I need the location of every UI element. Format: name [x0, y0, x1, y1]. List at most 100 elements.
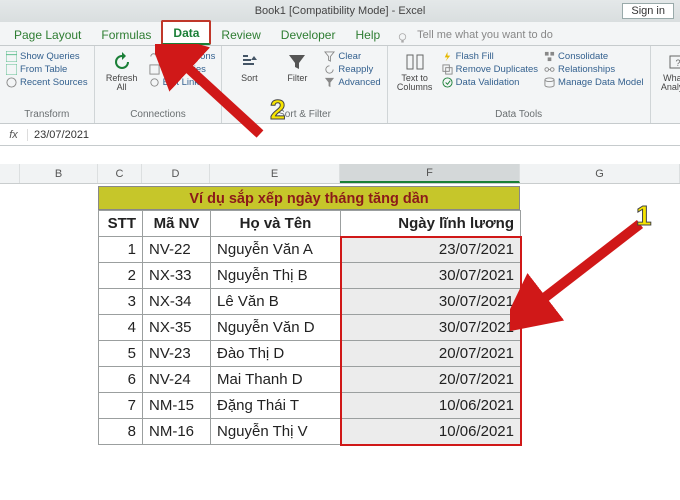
col-header-blank[interactable]: [0, 164, 20, 183]
cell[interactable]: 6: [99, 367, 143, 393]
group-label-transform: Transform: [6, 109, 88, 123]
properties[interactable]: Properties: [149, 63, 216, 76]
connections[interactable]: Connections: [149, 50, 216, 63]
from-table[interactable]: From Table: [6, 63, 88, 76]
refresh-all-button[interactable]: Refresh All: [101, 48, 143, 92]
recent-sources[interactable]: Recent Sources: [6, 76, 88, 89]
cell[interactable]: 30/07/2021: [341, 289, 521, 315]
cell[interactable]: NV-22: [143, 237, 211, 263]
tab-data[interactable]: Data: [161, 20, 211, 45]
cell[interactable]: NX-33: [143, 263, 211, 289]
show-queries[interactable]: Show Queries: [6, 50, 88, 63]
cell[interactable]: NX-34: [143, 289, 211, 315]
tab-page-layout[interactable]: Page Layout: [4, 24, 91, 45]
edit-links[interactable]: Edit Links: [149, 76, 216, 89]
ribbon: Show Queries From Table Recent Sources T…: [0, 46, 680, 124]
cell[interactable]: 30/07/2021: [341, 315, 521, 341]
flash-icon: [442, 51, 453, 62]
cell[interactable]: NM-16: [143, 419, 211, 445]
tab-help[interactable]: Help: [345, 24, 390, 45]
manage-data-model[interactable]: Manage Data Model: [544, 76, 644, 89]
annotation-1: 1: [636, 202, 652, 230]
cell[interactable]: NM-15: [143, 393, 211, 419]
columns-icon: [405, 52, 425, 72]
menu-tabs: Page Layout Formulas Data Review Develop…: [0, 22, 680, 46]
cell[interactable]: Nguyễn Thị V: [211, 419, 341, 445]
cell[interactable]: 3: [99, 289, 143, 315]
col-header-f[interactable]: F: [340, 164, 520, 183]
lightbulb-icon: [396, 32, 409, 45]
group-label-data-tools: Data Tools: [394, 109, 644, 123]
formula-bar[interactable]: fx 23/07/2021: [0, 124, 680, 146]
cell[interactable]: Nguyễn Văn A: [211, 237, 341, 263]
advanced-icon: [324, 77, 335, 88]
cell[interactable]: NV-24: [143, 367, 211, 393]
consolidate[interactable]: Consolidate: [544, 50, 644, 63]
properties-icon: [149, 64, 160, 75]
flash-fill[interactable]: Flash Fill: [442, 50, 538, 63]
column-headers: B C D E F G: [0, 164, 680, 184]
filter-button[interactable]: Filter: [276, 48, 318, 83]
col-header-c[interactable]: C: [98, 164, 142, 183]
reapply-icon: [324, 64, 335, 75]
cell[interactable]: Đặng Thái T: [211, 393, 341, 419]
tab-review[interactable]: Review: [211, 24, 270, 45]
whatif-icon: ?: [668, 52, 680, 72]
cell[interactable]: Lê Văn B: [211, 289, 341, 315]
cell[interactable]: 8: [99, 419, 143, 445]
cell[interactable]: 2: [99, 263, 143, 289]
cell[interactable]: Nguyễn Thị B: [211, 263, 341, 289]
svg-text:?: ?: [675, 58, 680, 68]
cell[interactable]: 7: [99, 393, 143, 419]
sign-in-button[interactable]: Sign in: [622, 3, 674, 19]
tab-formulas[interactable]: Formulas: [91, 24, 161, 45]
what-if-button[interactable]: ?What-If Analysis: [657, 48, 680, 92]
clear-filter[interactable]: Clear: [324, 50, 380, 63]
data-validation[interactable]: Data Validation: [442, 76, 538, 89]
cell[interactable]: 23/07/2021: [341, 237, 521, 263]
table-title[interactable]: Ví dụ sắp xếp ngày tháng tăng dần: [98, 186, 520, 210]
table-header-row: STT Mã NV Họ và Tên Ngày lĩnh lương: [99, 211, 521, 237]
table-row: 5NV-23Đào Thị D20/07/2021: [99, 341, 521, 367]
group-label-forecast: Forecast: [657, 109, 680, 123]
consolidate-icon: [544, 51, 555, 62]
advanced-filter[interactable]: Advanced: [324, 76, 380, 89]
cell[interactable]: 10/06/2021: [341, 393, 521, 419]
text-to-columns-button[interactable]: Text to Columns: [394, 48, 436, 92]
remove-duplicates[interactable]: Remove Duplicates: [442, 63, 538, 76]
cell[interactable]: Nguyễn Văn D: [211, 315, 341, 341]
relationships-icon: [544, 64, 555, 75]
tell-me[interactable]: Tell me what you want to do: [411, 25, 559, 45]
cell[interactable]: 1: [99, 237, 143, 263]
cell[interactable]: 20/07/2021: [341, 367, 521, 393]
group-label-connections: Connections: [101, 109, 216, 123]
col-ten[interactable]: Họ và Tên: [211, 211, 341, 237]
col-header-d[interactable]: D: [142, 164, 210, 183]
col-ngay[interactable]: Ngày lĩnh lương: [341, 211, 521, 237]
fx-button[interactable]: fx: [0, 129, 28, 141]
annotation-2: 2: [270, 96, 286, 124]
link-icon: [149, 51, 160, 62]
cell[interactable]: NV-23: [143, 341, 211, 367]
table-row: 4NX-35Nguyễn Văn D30/07/2021: [99, 315, 521, 341]
table-row: 7NM-15Đặng Thái T10/06/2021: [99, 393, 521, 419]
col-stt[interactable]: STT: [99, 211, 143, 237]
cell[interactable]: 30/07/2021: [341, 263, 521, 289]
cell[interactable]: 10/06/2021: [341, 419, 521, 445]
formula-value: 23/07/2021: [34, 129, 89, 141]
reapply[interactable]: Reapply: [324, 63, 380, 76]
col-header-g[interactable]: G: [520, 164, 680, 183]
cell[interactable]: 4: [99, 315, 143, 341]
tab-developer[interactable]: Developer: [271, 24, 346, 45]
cell[interactable]: Đào Thị D: [211, 341, 341, 367]
relationships[interactable]: Relationships: [544, 63, 644, 76]
cell[interactable]: NX-35: [143, 315, 211, 341]
sort-button[interactable]: Sort: [228, 48, 270, 83]
duplicates-icon: [442, 64, 453, 75]
col-ma[interactable]: Mã NV: [143, 211, 211, 237]
col-header-e[interactable]: E: [210, 164, 340, 183]
cell[interactable]: Mai Thanh D: [211, 367, 341, 393]
cell[interactable]: 20/07/2021: [341, 341, 521, 367]
col-header-b[interactable]: B: [20, 164, 98, 183]
cell[interactable]: 5: [99, 341, 143, 367]
